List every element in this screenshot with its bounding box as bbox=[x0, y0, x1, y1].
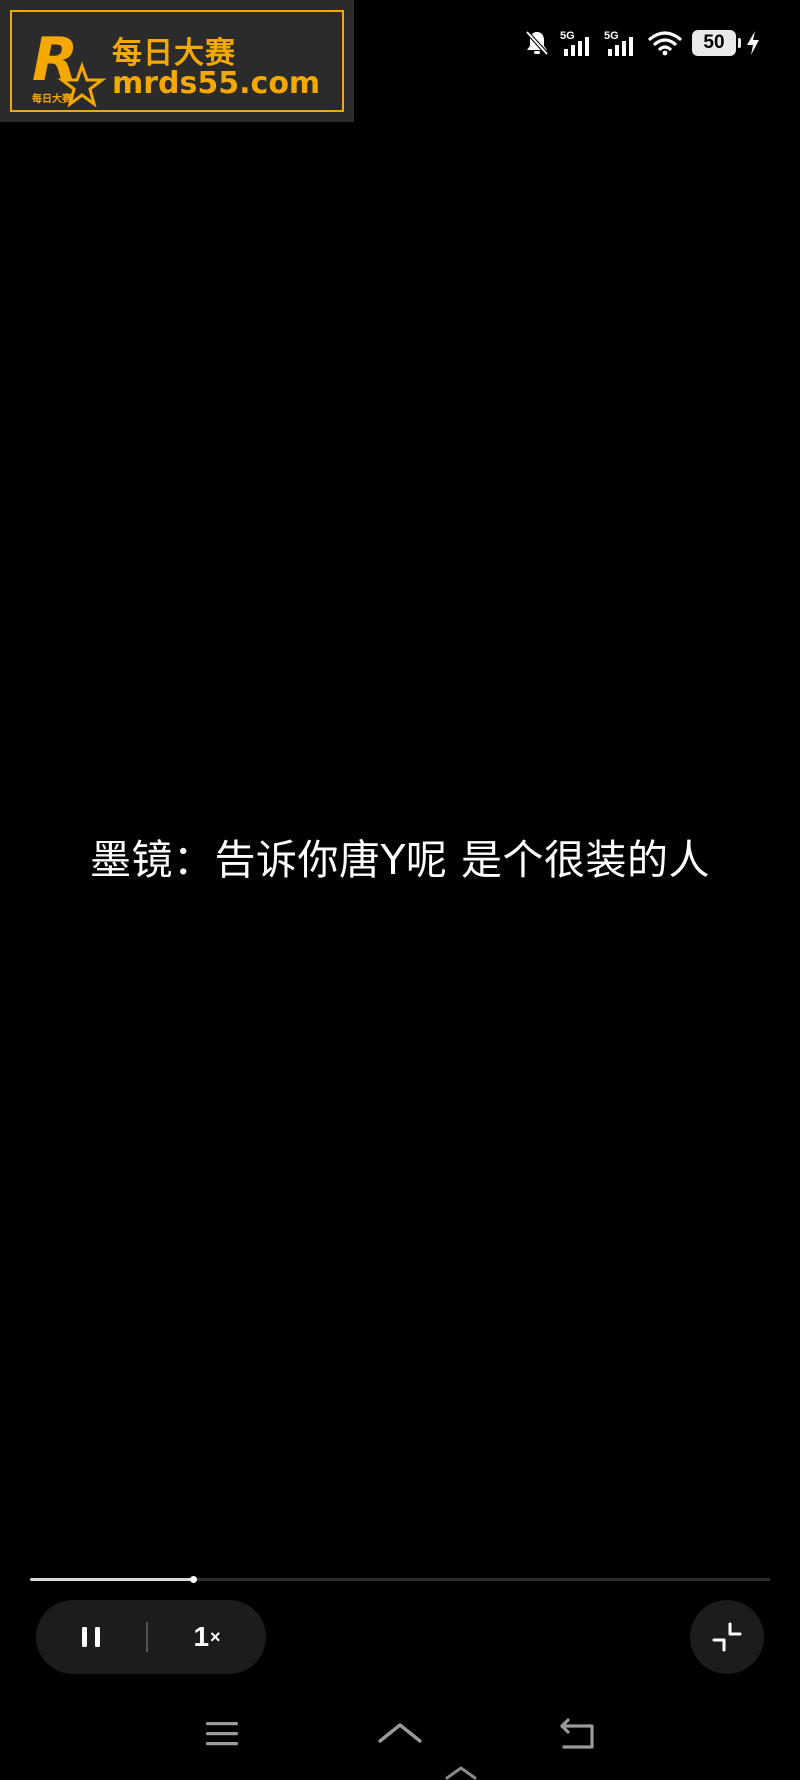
progress-fill bbox=[30, 1578, 193, 1581]
svg-text:R: R bbox=[32, 25, 78, 95]
wifi-icon bbox=[648, 30, 682, 56]
playback-speed-button[interactable]: 1 × bbox=[148, 1600, 266, 1674]
watermark-url: mrds55.com bbox=[112, 66, 321, 101]
svg-text:5G: 5G bbox=[604, 30, 619, 42]
r-star-logo-icon: R 每日大赛 bbox=[32, 25, 107, 108]
home-icon bbox=[378, 1723, 422, 1743]
pause-button[interactable] bbox=[36, 1600, 146, 1674]
playback-controls: 1 × bbox=[36, 1600, 266, 1674]
svg-text:5G: 5G bbox=[560, 30, 575, 42]
menu-icon bbox=[206, 1722, 238, 1746]
battery-level: 50 bbox=[703, 32, 725, 53]
watermark-logo: R 每日大赛 每日大赛 mrds55.com bbox=[0, 0, 354, 122]
progress-bar[interactable] bbox=[30, 1576, 770, 1583]
svg-text:每日大赛: 每日大赛 bbox=[32, 92, 73, 105]
watermark-frame: R 每日大赛 每日大赛 mrds55.com bbox=[10, 10, 344, 112]
progress-thumb[interactable] bbox=[189, 1576, 197, 1583]
battery-icon: 50 bbox=[692, 30, 741, 56]
home-button[interactable] bbox=[370, 1712, 430, 1756]
menu-button[interactable] bbox=[192, 1712, 252, 1756]
bell-muted-icon bbox=[524, 29, 550, 57]
back-button[interactable] bbox=[548, 1712, 608, 1756]
back-icon bbox=[560, 1718, 594, 1749]
pause-icon bbox=[82, 1627, 100, 1647]
status-bar: 5G 5G 50 bbox=[524, 26, 760, 60]
navigation-bar bbox=[0, 1700, 800, 1780]
video-subtitle: 墨镜：告诉你唐Y呢 是个很装的人 bbox=[89, 836, 711, 884]
minimize-button[interactable] bbox=[690, 1600, 764, 1674]
speed-value: 1 bbox=[193, 1621, 210, 1652]
minimize-icon bbox=[712, 1622, 742, 1652]
5g-signal-icon: 5G bbox=[560, 29, 594, 57]
charging-icon bbox=[746, 30, 760, 56]
5g-signal-icon: 5G bbox=[604, 29, 638, 57]
speed-suffix: × bbox=[210, 1626, 221, 1647]
